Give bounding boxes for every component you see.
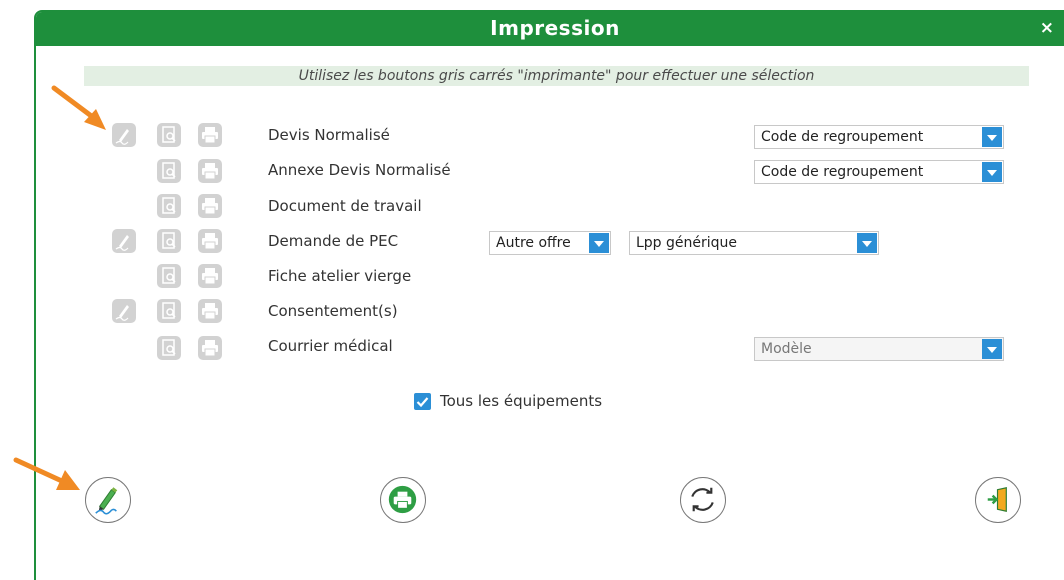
select-annexe-grouping[interactable]: Code de regroupement [754, 160, 1004, 184]
preview-icon[interactable] [157, 336, 181, 360]
select-value: Autre offre [496, 235, 571, 251]
printer-icon[interactable] [198, 159, 222, 183]
exit-button[interactable] [975, 477, 1021, 523]
printer-icon[interactable] [198, 194, 222, 218]
chevron-down-icon [982, 162, 1002, 182]
select-value: Lpp générique [636, 235, 738, 251]
printer-icon[interactable] [198, 336, 222, 360]
select-courrier-model[interactable]: Modèle [754, 337, 1004, 361]
printer-icon[interactable] [198, 299, 222, 323]
print-dialog: Impression × Utilisez les boutons gris c… [34, 10, 1064, 580]
doc-label-courrier: Courrier médical [268, 337, 393, 355]
refresh-button[interactable] [680, 477, 726, 523]
chevron-down-icon [857, 233, 877, 253]
chevron-down-icon [982, 339, 1002, 359]
select-value: Modèle [761, 341, 812, 357]
printer-icon [388, 485, 417, 514]
annotation-arrow-icon [13, 457, 80, 490]
preview-icon[interactable] [157, 123, 181, 147]
doc-label-fiche: Fiche atelier vierge [268, 267, 412, 285]
printer-icon[interactable] [198, 229, 222, 253]
pencil-sign-icon [95, 487, 118, 515]
sign-icon[interactable] [112, 299, 136, 323]
preview-icon[interactable] [157, 194, 181, 218]
preview-icon[interactable] [157, 299, 181, 323]
doc-label-consentement: Consentement(s) [268, 302, 398, 320]
instruction-banner: Utilisez les boutons gris carrés "imprim… [84, 66, 1029, 86]
doc-label-devis: Devis Normalisé [268, 126, 390, 144]
sign-button[interactable] [85, 477, 131, 523]
preview-icon[interactable] [157, 159, 181, 183]
close-button[interactable]: × [1040, 18, 1054, 38]
select-value: Code de regroupement [761, 129, 924, 145]
all-equipment-label: Tous les équipements [440, 392, 603, 410]
doc-label-travail: Document de travail [268, 197, 422, 215]
select-pec-lpp[interactable]: Lpp générique [629, 231, 879, 255]
exit-door-icon [987, 487, 1007, 512]
check-icon [416, 397, 429, 408]
annotation-arrow-icon [51, 85, 106, 130]
printer-icon[interactable] [198, 264, 222, 288]
preview-icon[interactable] [157, 229, 181, 253]
refresh-icon [691, 487, 714, 512]
select-value: Code de regroupement [761, 164, 924, 180]
dialog-title: Impression [490, 16, 620, 40]
select-pec-offer[interactable]: Autre offre [489, 231, 611, 255]
chevron-down-icon [982, 127, 1002, 147]
printer-icon[interactable] [198, 123, 222, 147]
select-devis-grouping[interactable]: Code de regroupement [754, 125, 1004, 149]
title-bar: Impression × [36, 12, 1064, 46]
sign-icon[interactable] [112, 229, 136, 253]
sign-icon[interactable] [112, 123, 136, 147]
all-equipment-checkbox[interactable] [414, 393, 431, 410]
preview-icon[interactable] [157, 264, 181, 288]
chevron-down-icon [589, 233, 609, 253]
print-button[interactable] [380, 477, 426, 523]
doc-label-pec: Demande de PEC [268, 232, 399, 250]
doc-label-annexe: Annexe Devis Normalisé [268, 161, 451, 179]
